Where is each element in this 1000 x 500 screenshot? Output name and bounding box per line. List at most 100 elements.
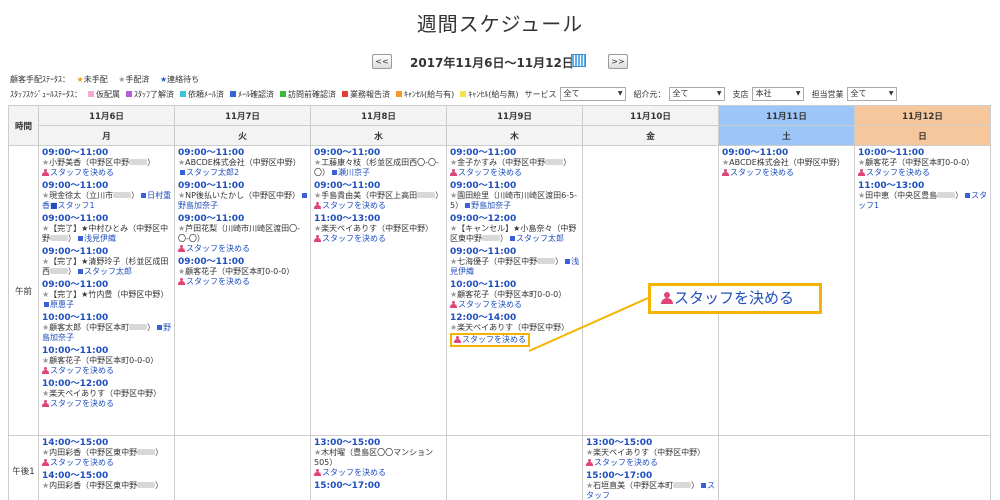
event-time[interactable]: 10:00〜11:00 <box>858 148 988 158</box>
sales-filter-select[interactable]: 全て <box>846 87 897 101</box>
assign-staff-link[interactable]: スタッフを決める <box>178 244 308 254</box>
event-time[interactable]: 13:00〜15:00 <box>586 438 716 448</box>
assigned-staff-link[interactable]: 浅見伊織 <box>84 234 116 243</box>
event-time[interactable]: 09:00〜11:00 <box>42 247 172 257</box>
event-customer[interactable]: ★NP後払いたかし（中野区中野）野島加奈子 <box>178 191 308 211</box>
assign-staff-link[interactable]: スタッフを決める <box>42 458 172 468</box>
event-customer[interactable]: ★【完了】★清野玲子（杉並区成田西）スタッフ太郎 <box>42 257 172 277</box>
schedule-event[interactable]: 10:00〜12:00 ★楽天ペイありす（中野区中野） スタッフを決める <box>42 379 172 409</box>
schedule-event[interactable]: 09:00〜11:00 ★【完了】★中村ひとみ（中野区中野）浅見伊織 <box>42 214 172 244</box>
assign-staff-link[interactable]: スタッフを決める <box>42 399 172 409</box>
event-customer[interactable]: ★手島貴由美（中野区上高田） <box>314 191 444 201</box>
event-time[interactable]: 09:00〜12:00 <box>450 214 580 224</box>
event-time[interactable]: 15:00〜17:00 <box>586 471 716 481</box>
event-customer[interactable]: ★金子かすみ（中野区中野） <box>450 158 580 168</box>
schedule-event[interactable]: 09:00〜11:00 ★ABCDE株式会社（中野区中野）スタッフ太郎2 <box>178 148 308 178</box>
assign-staff-link[interactable]: スタッフを決める <box>450 333 530 347</box>
event-customer[interactable]: ★顧客花子（中野区本町0-0-0） <box>42 356 172 366</box>
event-time[interactable]: 10:00〜11:00 <box>42 346 172 356</box>
schedule-cell[interactable]: 09:00〜11:00 ★金子かすみ（中野区中野）スタッフを決める 09:00〜11… <box>446 145 583 436</box>
schedule-event[interactable]: 09:00〜11:00 ★【完了】★清野玲子（杉並区成田西）スタッフ太郎 <box>42 247 172 277</box>
event-time[interactable]: 14:00〜15:00 <box>42 438 172 448</box>
assigned-staff-link[interactable]: スタッフ太郎 <box>84 267 132 276</box>
assigned-staff-link[interactable]: 原惠子 <box>50 300 74 309</box>
schedule-event[interactable]: 13:00〜15:00 ★木村曜（豊島区〇〇マンション505） スタッフを決める <box>314 438 444 478</box>
schedule-event[interactable]: 09:00〜11:00 ★芦田花梨（川崎市川崎区渡田〇-〇-〇） スタッフを決める <box>178 214 308 254</box>
event-customer[interactable]: ★顧客太郎（中野区本町）野島加奈子 <box>42 323 172 343</box>
event-customer[interactable]: ★顧客花子（中野区本町0-0-0） <box>858 158 988 168</box>
schedule-event[interactable]: 10:00〜11:00 ★顧客花子（中野区本町0-0-0） スタッフを決める <box>858 148 988 178</box>
schedule-event[interactable]: 10:00〜11:00 ★顧客花子（中野区本町0-0-0） スタッフを決める <box>450 280 580 310</box>
event-time[interactable]: 09:00〜11:00 <box>722 148 852 158</box>
event-time[interactable]: 09:00〜11:00 <box>178 214 308 224</box>
assign-staff-link[interactable]: スタッフを決める <box>42 168 172 178</box>
event-time[interactable]: 13:00〜15:00 <box>314 438 444 448</box>
assign-staff-link[interactable]: スタッフを決める <box>450 300 580 310</box>
schedule-event[interactable]: 10:00〜11:00 ★顧客太郎（中野区本町）野島加奈子 <box>42 313 172 343</box>
schedule-event[interactable]: 12:00〜14:00 ★楽天ペイありす（中野区中野） スタッフを決める <box>450 313 580 347</box>
assign-staff-link[interactable]: スタッフを決める <box>858 168 988 178</box>
schedule-event[interactable]: 14:00〜15:00 ★内田彩香（中野区東中野）スタッフを決める <box>42 438 172 468</box>
event-customer[interactable]: ★ABCDE株式会社（中野区中野）スタッフ太郎2 <box>178 158 308 178</box>
schedule-cell[interactable] <box>446 435 583 500</box>
schedule-cell[interactable]: 13:00〜15:00 ★木村曜（豊島区〇〇マンション505） スタッフを決める 15… <box>310 435 447 500</box>
next-week-button[interactable]: >> <box>608 54 628 69</box>
schedule-event[interactable]: 13:00〜15:00 ★楽天ペイありす（中野区中野） スタッフを決める <box>586 438 716 468</box>
event-customer[interactable]: ★楽天ペイありす（中野区中野） <box>42 389 172 399</box>
event-customer[interactable]: ★工藤康々枝（杉並区成田西〇-〇-〇） 瀬川京子 <box>314 158 444 178</box>
event-customer[interactable]: ★木村曜（豊島区〇〇マンション505） <box>314 448 444 468</box>
prev-week-button[interactable]: << <box>372 54 392 69</box>
schedule-event[interactable]: 09:00〜11:00 ★園田絵里（川崎市川崎区渡田6-5-5） 野島加奈子 <box>450 181 580 211</box>
event-customer[interactable]: ★内田彩香（中野区東中野） <box>42 448 172 458</box>
event-time[interactable]: 09:00〜11:00 <box>178 257 308 267</box>
schedule-cell[interactable]: 09:00〜11:00 ★小野美香（中野区中野）スタッフを決める 09:00〜11:… <box>38 145 175 436</box>
event-time[interactable]: 09:00〜11:00 <box>42 181 172 191</box>
event-time[interactable]: 09:00〜11:00 <box>450 247 580 257</box>
assigned-staff-link[interactable]: 野島加奈子 <box>471 201 511 210</box>
event-time[interactable]: 12:00〜14:00 <box>450 313 580 323</box>
schedule-event[interactable]: 09:00〜11:00 ★手島貴由美（中野区上高田）スタッフを決める <box>314 181 444 211</box>
schedule-event[interactable]: 09:00〜11:00 ★現金徐太（立川市）日村重香■スタッフ1 <box>42 181 172 211</box>
event-time[interactable]: 10:00〜12:00 <box>42 379 172 389</box>
assign-staff-link[interactable]: スタッフを決める <box>450 168 580 178</box>
event-time[interactable]: 11:00〜13:00 <box>314 214 444 224</box>
schedule-event[interactable]: 09:00〜11:00 ★NP後払いたかし（中野区中野）野島加奈子 <box>178 181 308 211</box>
schedule-cell[interactable] <box>718 435 855 500</box>
schedule-event[interactable]: 09:00〜12:00 ★【キャンセル】★小島奈々（中野区東中野）スタッフ太郎 <box>450 214 580 244</box>
schedule-cell[interactable]: 09:00〜11:00 ★工藤康々枝（杉並区成田西〇-〇-〇） 瀬川京子 09:00〜… <box>310 145 447 436</box>
schedule-event[interactable]: 09:00〜11:00 ★顧客花子（中野区本町0-0-0） スタッフを決める <box>178 257 308 287</box>
event-time[interactable]: 15:00〜17:00 <box>314 481 444 491</box>
schedule-event[interactable]: 09:00〜11:00 ★ABCDE株式会社（中野区中野） スタッフを決める <box>722 148 852 178</box>
assign-staff-link[interactable]: スタッフを決める <box>722 168 852 178</box>
referral-filter-select[interactable]: 全て <box>668 87 725 101</box>
assign-staff-link[interactable]: スタッフを決める <box>42 366 172 376</box>
event-time[interactable]: 09:00〜11:00 <box>42 280 172 290</box>
schedule-event[interactable]: 10:00〜11:00 ★顧客花子（中野区本町0-0-0） スタッフを決める <box>42 346 172 376</box>
schedule-cell[interactable]: 10:00〜11:00 ★顧客花子（中野区本町0-0-0） スタッフを決める 11:0… <box>854 145 991 436</box>
calendar-icon[interactable] <box>571 54 586 67</box>
assigned-staff-link[interactable]: スタッフ太郎2 <box>186 168 239 177</box>
service-filter-select[interactable]: 全て <box>559 87 626 101</box>
event-customer[interactable]: ★現金徐太（立川市）日村重香■スタッフ1 <box>42 191 172 211</box>
event-customer[interactable]: ★内田彩香（中野区東中野） <box>42 481 172 491</box>
event-customer[interactable]: ★楽天ペイありす（中野区中野） <box>586 448 716 458</box>
schedule-event[interactable]: 11:00〜13:00 ★楽天ペイありす（中野区中野） スタッフを決める <box>314 214 444 244</box>
event-time[interactable]: 10:00〜11:00 <box>450 280 580 290</box>
event-customer[interactable]: ★【完了】★竹内豊（中野区中野）原惠子 <box>42 290 172 310</box>
event-customer[interactable]: ★園田絵里（川崎市川崎区渡田6-5-5） 野島加奈子 <box>450 191 580 211</box>
event-time[interactable]: 09:00〜11:00 <box>450 148 580 158</box>
event-customer[interactable]: ★田中恵（中央区豊島）スタッフ1 <box>858 191 988 211</box>
event-time[interactable]: 09:00〜11:00 <box>42 148 172 158</box>
schedule-event[interactable]: 14:00〜15:00 ★内田彩香（中野区東中野） <box>42 471 172 491</box>
event-time[interactable]: 09:00〜11:00 <box>314 148 444 158</box>
schedule-cell[interactable]: 14:00〜15:00 ★内田彩香（中野区東中野）スタッフを決める 14:00〜15… <box>38 435 175 500</box>
event-time[interactable]: 09:00〜11:00 <box>314 181 444 191</box>
event-customer[interactable]: ★楽天ペイありす（中野区中野） <box>450 323 580 333</box>
assign-staff-link[interactable]: スタッフを決める <box>314 468 444 478</box>
assign-staff-link[interactable]: スタッフを決める <box>586 458 716 468</box>
schedule-event[interactable]: 11:00〜13:00 ★田中恵（中央区豊島）スタッフ1 <box>858 181 988 211</box>
event-time[interactable]: 10:00〜11:00 <box>42 313 172 323</box>
schedule-cell[interactable] <box>174 435 311 500</box>
schedule-event[interactable]: 15:00〜17:00 <box>314 481 444 491</box>
event-customer[interactable]: ★ABCDE株式会社（中野区中野） <box>722 158 852 168</box>
